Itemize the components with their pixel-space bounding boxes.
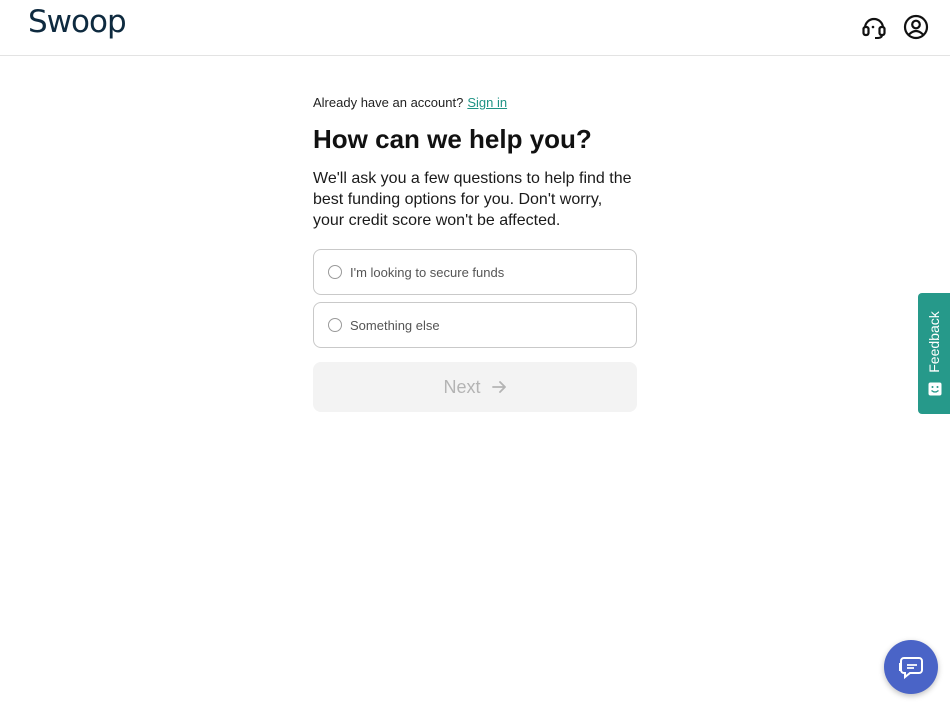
onboarding-form: Already have an account? Sign in How can … [313, 94, 637, 412]
options-group: I'm looking to secure funds Something el… [313, 249, 637, 348]
page-subtitle: We'll ask you a few questions to help fi… [313, 170, 632, 229]
radio-button[interactable] [328, 265, 342, 279]
feedback-tab[interactable]: Feedback [918, 293, 950, 414]
swoop-logo[interactable]: Swoop [28, 4, 127, 40]
signin-link[interactable]: Sign in [467, 95, 507, 110]
option-label: Something else [350, 317, 440, 333]
radio-button[interactable] [328, 318, 342, 332]
signin-prompt: Already have an account? [313, 95, 464, 110]
top-header: Swoop [0, 0, 950, 56]
page-title: How can we help you? [313, 124, 592, 154]
user-circle-icon[interactable] [903, 14, 929, 40]
headset-icon[interactable] [861, 14, 887, 40]
signin-row: Already have an account? Sign in [313, 94, 637, 112]
chat-button[interactable] [884, 640, 938, 694]
arrow-right-icon [491, 381, 506, 393]
chat-bubbles-icon [899, 657, 923, 680]
next-label: Next [443, 376, 481, 397]
next-button[interactable]: Next [313, 362, 637, 412]
option-secure-funds[interactable]: I'm looking to secure funds [313, 249, 637, 295]
option-label: I'm looking to secure funds [350, 264, 505, 280]
option-something-else[interactable]: Something else [313, 302, 637, 348]
smiley-square-icon [928, 382, 942, 396]
feedback-label: Feedback [926, 311, 942, 373]
